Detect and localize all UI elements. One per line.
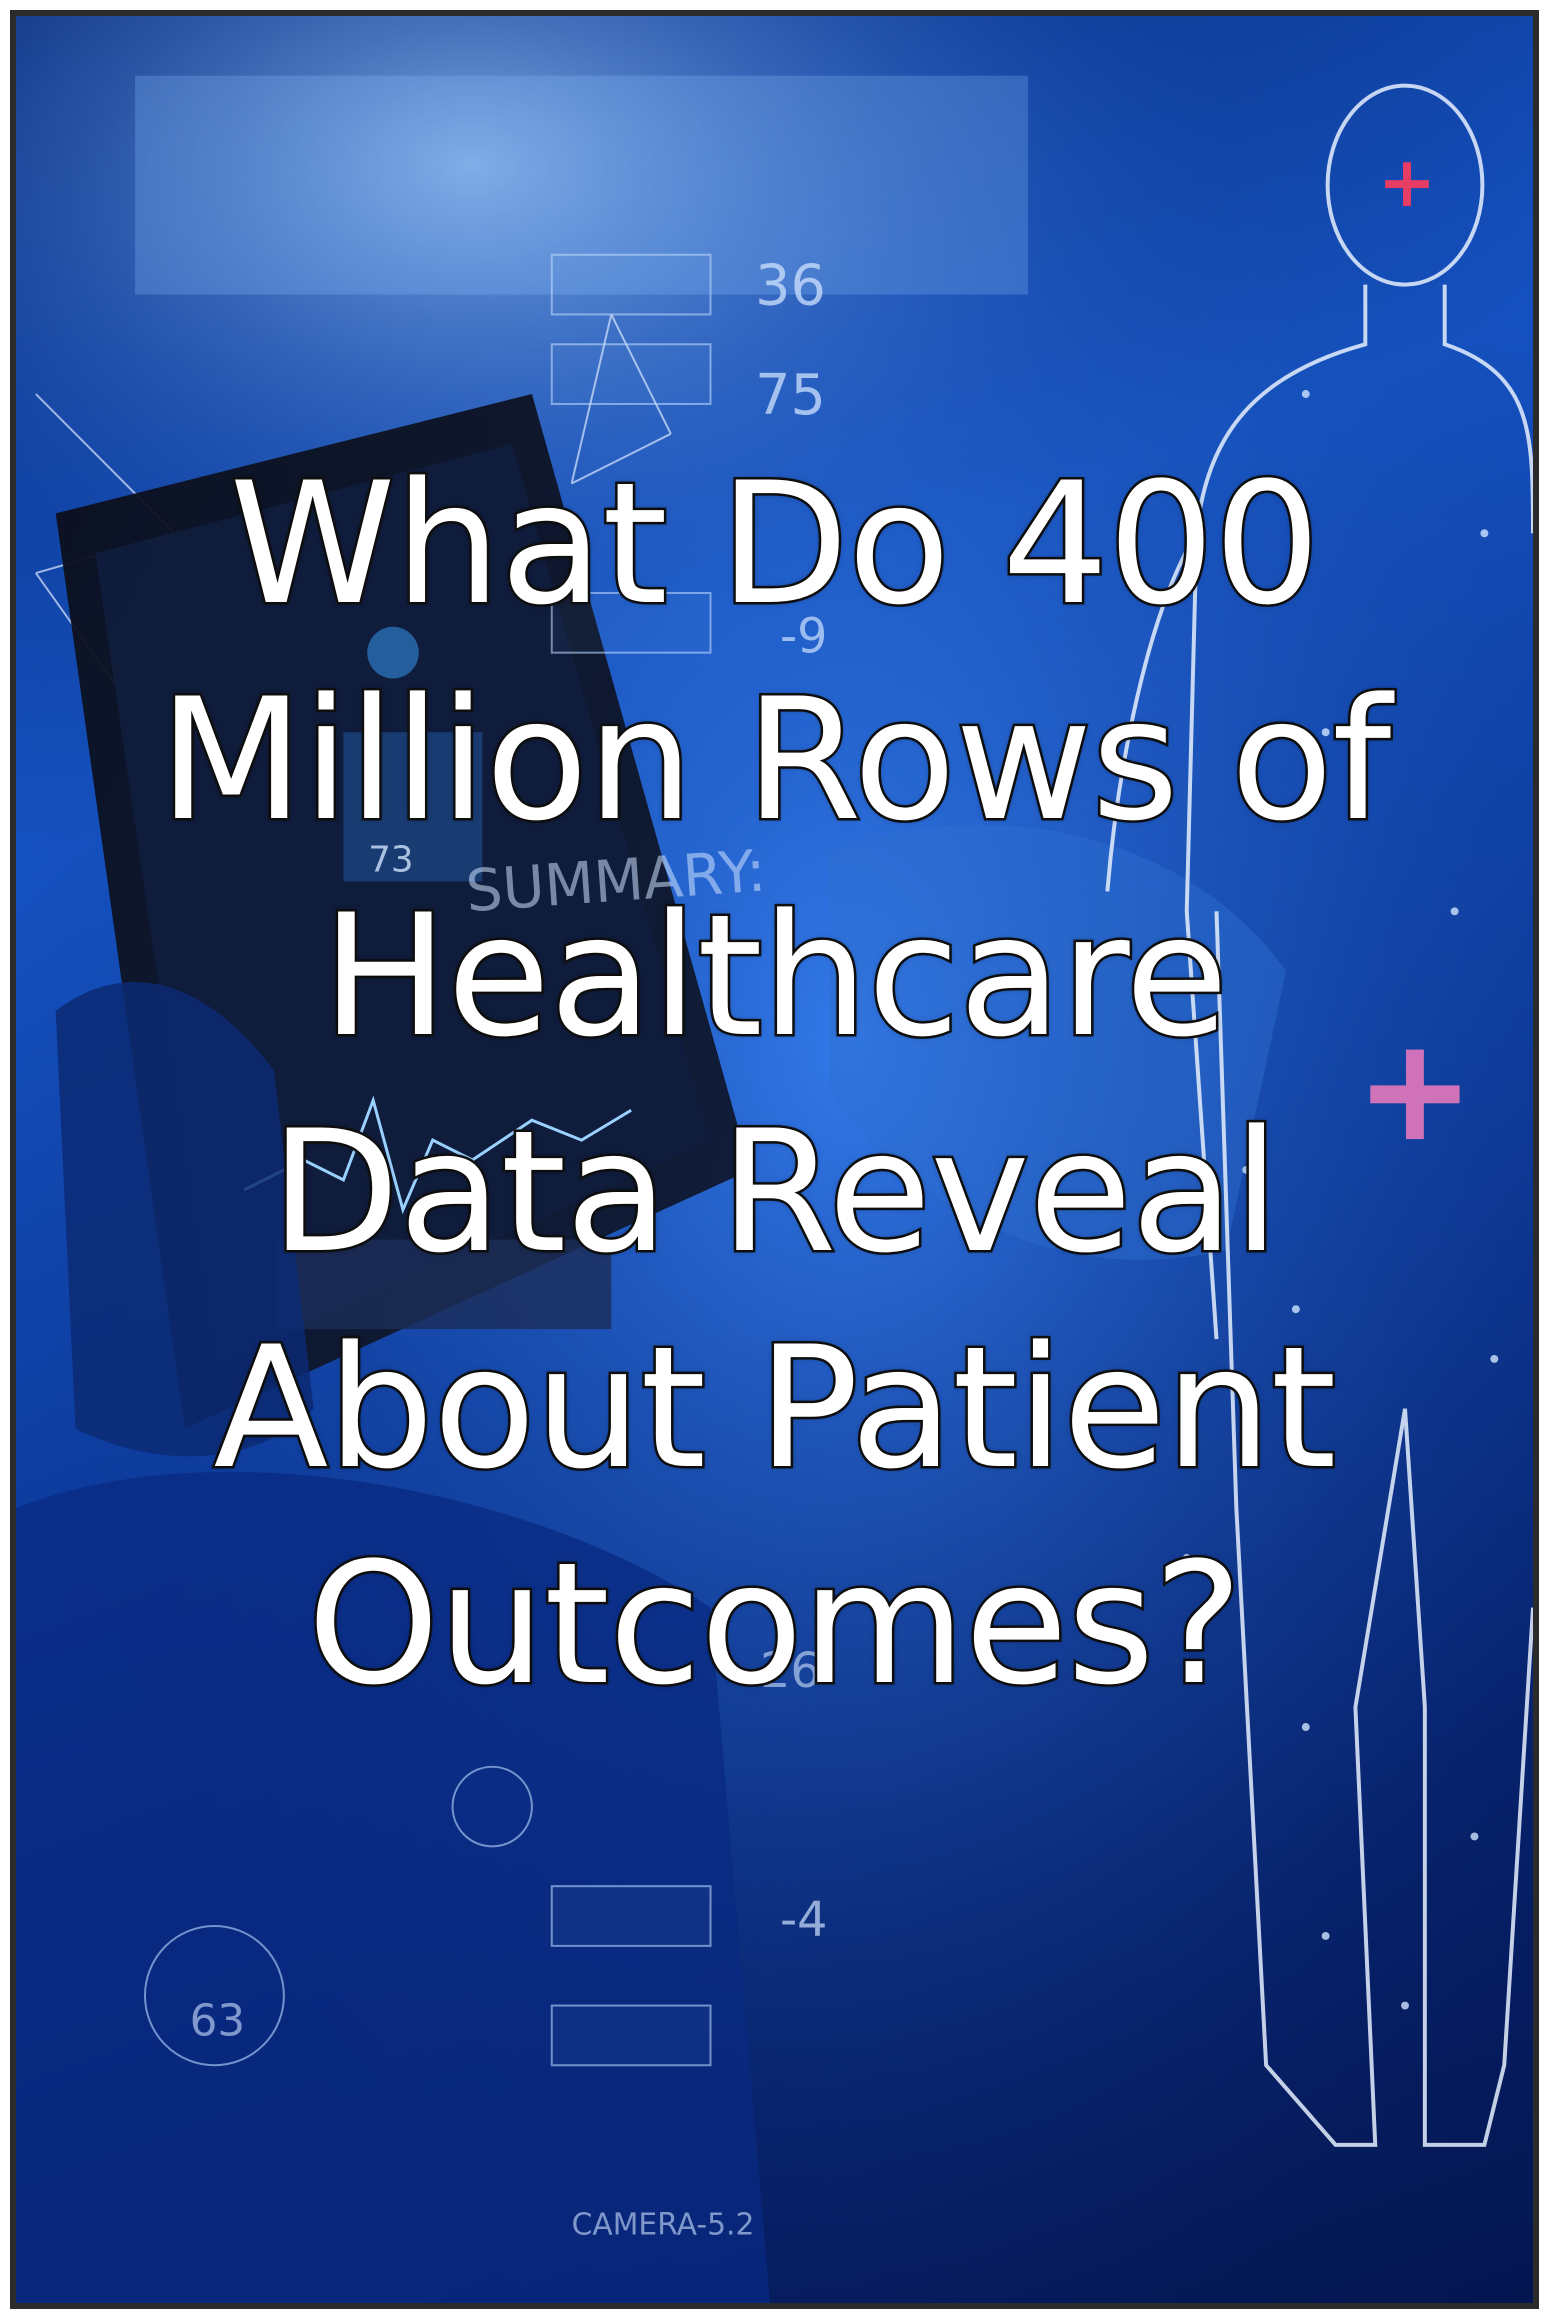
hud-camera-label: CAMERA-5.2 xyxy=(572,2207,755,2242)
hud-number-75: 75 xyxy=(755,363,826,428)
title-line-3: Healthcare xyxy=(319,876,1231,1077)
poster: 36 75 -9 73 SUMMARY: 26 -4 63 CAMERA-5.2… xyxy=(10,10,1539,2309)
title-line-6: Outcomes? xyxy=(305,1524,1245,1725)
title-line-1: What Do 400 xyxy=(227,444,1323,645)
hud-number-63: 63 xyxy=(190,1995,246,2046)
title-line-2: Million Rows of xyxy=(156,660,1394,861)
title-line-4: Data Reveal xyxy=(268,1092,1282,1293)
poster-title: What Do 400 Million Rows of Healthcare D… xyxy=(16,436,1533,1732)
hud-number-36: 36 xyxy=(755,253,826,318)
title-line-5: About Patient xyxy=(211,1308,1339,1509)
hud-number-neg4: -4 xyxy=(780,1893,827,1948)
